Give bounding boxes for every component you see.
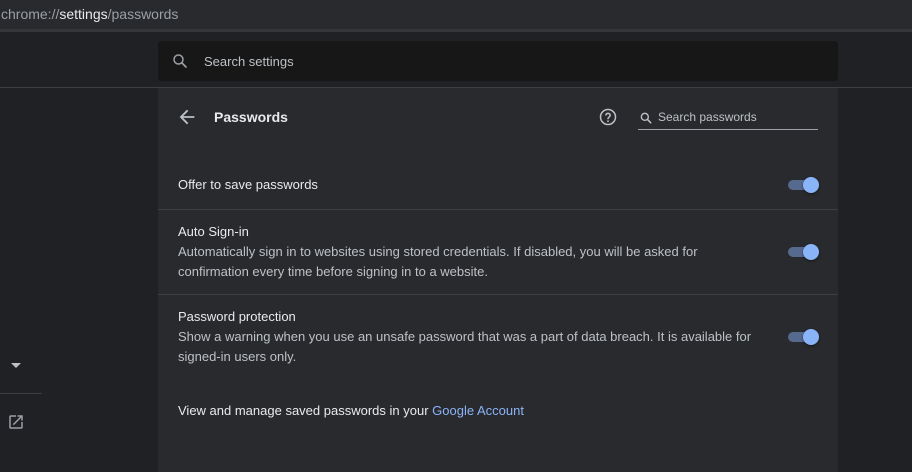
setting-title: Password protection <box>178 309 296 324</box>
url-host: settings <box>59 6 108 22</box>
setting-row-password-protection: Password protection Show a warning when … <box>158 294 838 379</box>
sidebar-divider <box>0 393 42 394</box>
toggle-knob <box>803 329 819 345</box>
help-icon[interactable] <box>598 107 618 127</box>
arrow-back-icon[interactable] <box>176 106 198 128</box>
setting-title: Auto Sign-in <box>178 224 249 239</box>
password-search-input[interactable] <box>658 108 816 126</box>
search-icon <box>640 112 652 124</box>
search-icon <box>173 54 187 68</box>
password-protection-toggle[interactable] <box>788 329 819 345</box>
chevron-down-icon[interactable] <box>10 360 22 370</box>
auto-sign-in-toggle[interactable] <box>788 244 819 260</box>
settings-toolbar <box>0 32 912 88</box>
password-search[interactable] <box>638 108 818 130</box>
page-title: Passwords <box>214 109 288 125</box>
manage-label: View and manage saved passwords in your <box>178 403 433 418</box>
setting-row-auto-sign-in: Auto Sign-in Automatically sign in to we… <box>158 209 838 294</box>
offer-to-save-toggle[interactable] <box>788 177 819 193</box>
settings-search-input[interactable] <box>204 41 804 81</box>
passwords-card: Passwords Offer to save passwords Auto S… <box>158 88 838 472</box>
url-path: /passwords <box>107 6 179 22</box>
toggle-knob <box>803 177 819 193</box>
passwords-header: Passwords <box>158 88 838 146</box>
open-in-new-icon[interactable] <box>7 413 25 431</box>
google-account-link[interactable]: Google Account <box>432 403 524 418</box>
setting-description: Automatically sign in to websites using … <box>178 244 698 279</box>
url-scheme: chrome:// <box>1 6 60 22</box>
address-url[interactable]: chrome://settings/passwords <box>1 6 178 22</box>
manage-passwords-text: View and manage saved passwords in your … <box>178 403 524 418</box>
setting-description: Show a warning when you use an unsafe pa… <box>178 329 752 364</box>
setting-title: Offer to save passwords <box>178 177 318 192</box>
toggle-knob <box>803 244 819 260</box>
setting-row-offer-to-save: Offer to save passwords <box>158 146 838 209</box>
settings-search[interactable] <box>158 41 838 81</box>
address-bar[interactable]: chrome://settings/passwords <box>0 0 912 29</box>
